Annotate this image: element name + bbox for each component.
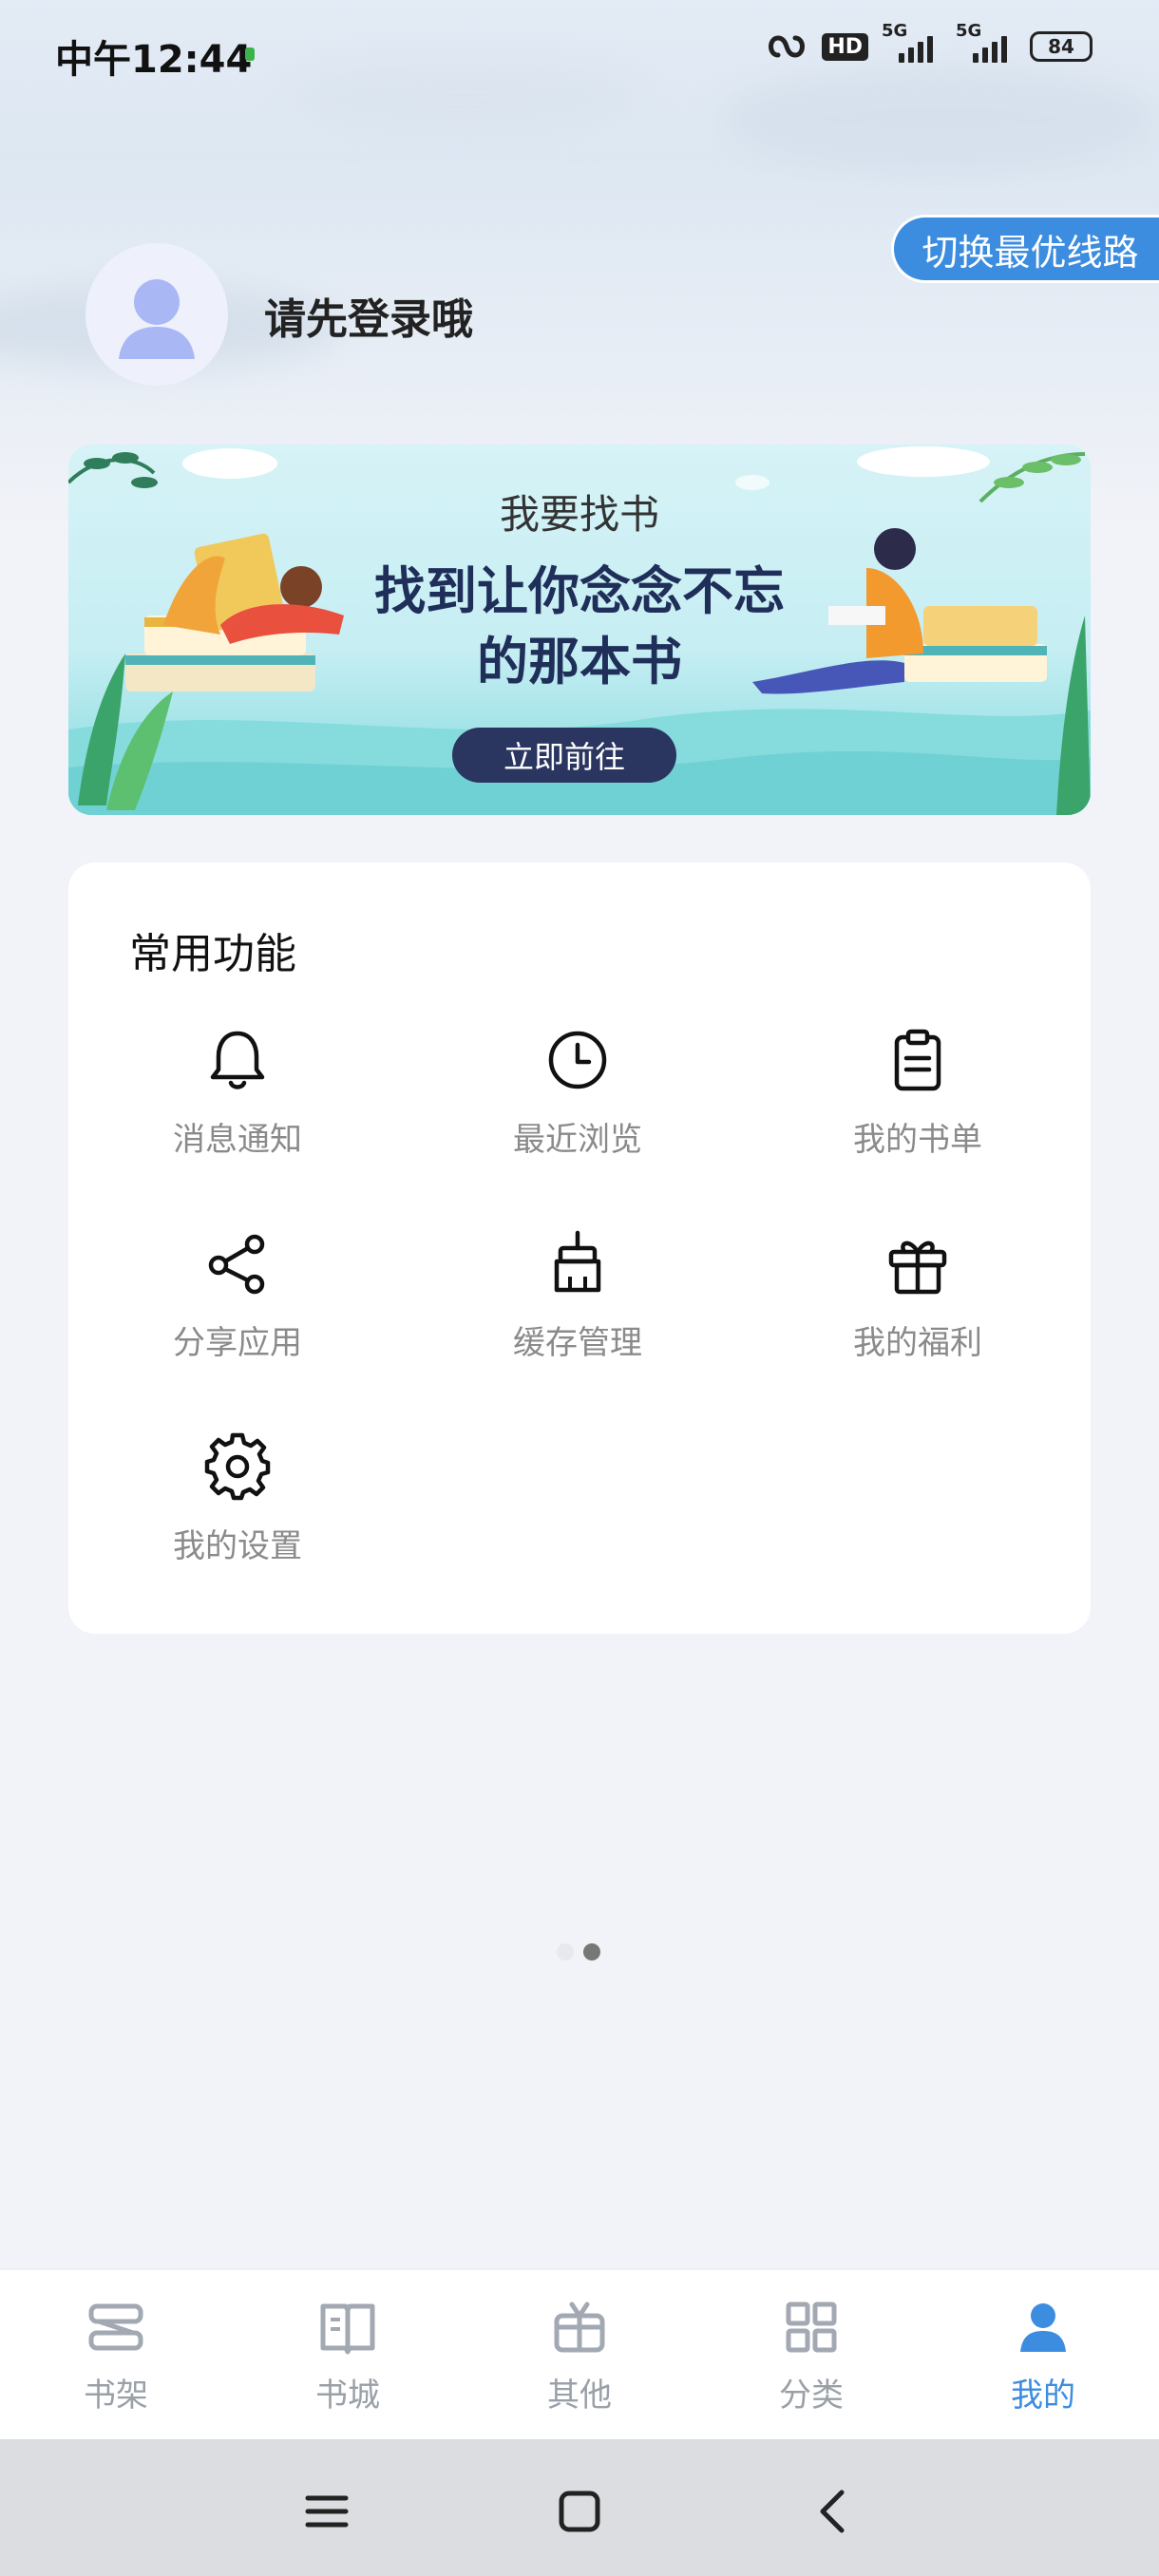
grid-icon — [786, 2301, 837, 2353]
gift-icon — [888, 1241, 947, 1295]
status-icons: HD 5G 5G 84 — [765, 21, 1092, 63]
nav-label: 书城 — [315, 2377, 380, 2415]
feature-label: 最近浏览 — [513, 1121, 642, 1159]
system-navigation-bar — [0, 2439, 1159, 2576]
feature-label: 我的福利 — [853, 1324, 982, 1362]
default-avatar-icon — [119, 279, 195, 359]
features-title: 常用功能 — [129, 930, 296, 978]
login-prompt[interactable]: 请先登录哦 — [264, 285, 473, 346]
person-icon — [1020, 2303, 1066, 2352]
feature-label: 我的设置 — [173, 1527, 302, 1565]
feature-recent[interactable]: 最近浏览 — [435, 1024, 720, 1195]
feature-notifications[interactable]: 消息通知 — [95, 1024, 380, 1195]
back-chevron-icon — [820, 2490, 845, 2533]
feature-label: 消息通知 — [173, 1121, 302, 1159]
pager-dot-1 — [557, 1943, 574, 1960]
pager-dot-2 — [583, 1943, 600, 1960]
feature-settings[interactable]: 我的设置 — [95, 1430, 380, 1601]
battery-icon: 84 — [1030, 31, 1092, 62]
nav-category[interactable]: 分类 — [735, 2297, 887, 2415]
feature-share[interactable]: 分享应用 — [95, 1227, 380, 1398]
home-button[interactable] — [542, 2473, 618, 2549]
gear-icon — [204, 1432, 271, 1501]
banner-go-button[interactable]: 立即前往 — [452, 728, 676, 783]
status-bar: 中午12:44 HD 5G 5G 84 — [0, 0, 1159, 104]
hd-badge: HD — [822, 32, 868, 61]
nav-mine[interactable]: 我的 — [967, 2297, 1119, 2415]
menu-button[interactable] — [289, 2473, 365, 2549]
gift-box-icon — [554, 2301, 605, 2353]
home-square-icon — [559, 2491, 600, 2532]
feature-cache[interactable]: 缓存管理 — [435, 1227, 720, 1398]
nav-label: 分类 — [779, 2377, 844, 2415]
signal-2-icon: 5G — [956, 21, 1016, 63]
find-book-banner[interactable]: 我要找书 找到让你念念不忘 的那本书 立即前往 — [68, 445, 1091, 815]
signal-1-icon: 5G — [882, 21, 942, 63]
feature-label: 我的书单 — [853, 1121, 982, 1159]
nav-label: 书架 — [84, 2377, 148, 2415]
feature-welfare[interactable]: 我的福利 — [775, 1227, 1060, 1398]
status-time: 中午12:44 — [55, 38, 253, 82]
feature-booklist[interactable]: 我的书单 — [775, 1024, 1060, 1195]
nav-label: 我的 — [1011, 2377, 1075, 2415]
nav-label: 其他 — [547, 2377, 612, 2415]
switch-line-button[interactable]: 切换最优线路 — [891, 215, 1159, 283]
feature-label: 缓存管理 — [513, 1324, 642, 1362]
banner-slogan-line1: 找到让你念念不忘 — [374, 561, 785, 621]
menu-icon — [305, 2495, 349, 2528]
bell-icon — [210, 1031, 265, 1089]
nav-bookshelf[interactable]: 书架 — [40, 2297, 192, 2415]
share-icon — [208, 1234, 265, 1295]
nav-other[interactable]: 其他 — [504, 2297, 656, 2415]
banner-title: 我要找书 — [499, 491, 659, 538]
open-book-icon — [320, 2303, 375, 2355]
broom-icon — [554, 1230, 601, 1293]
clipboard-icon — [894, 1029, 941, 1091]
link-icon — [769, 35, 806, 58]
bottom-navigation: 书架 书城 其他 分类 我的 — [0, 2268, 1159, 2439]
clock-icon — [548, 1031, 607, 1089]
common-features-card: 常用功能 消息通知 最近浏览 我的书单 分享应用 缓存管理 我的福利 我的设置 — [68, 862, 1091, 1634]
feature-label: 分享应用 — [173, 1324, 302, 1362]
charging-indicator-icon — [245, 47, 255, 61]
nav-bookstore[interactable]: 书城 — [272, 2297, 424, 2415]
bookshelf-icon — [88, 2303, 143, 2351]
banner-slogan: 找到让你念念不忘 的那本书 — [68, 557, 1091, 697]
back-button[interactable] — [794, 2473, 870, 2549]
banner-slogan-line2: 的那本书 — [477, 632, 682, 691]
avatar[interactable] — [86, 243, 228, 386]
